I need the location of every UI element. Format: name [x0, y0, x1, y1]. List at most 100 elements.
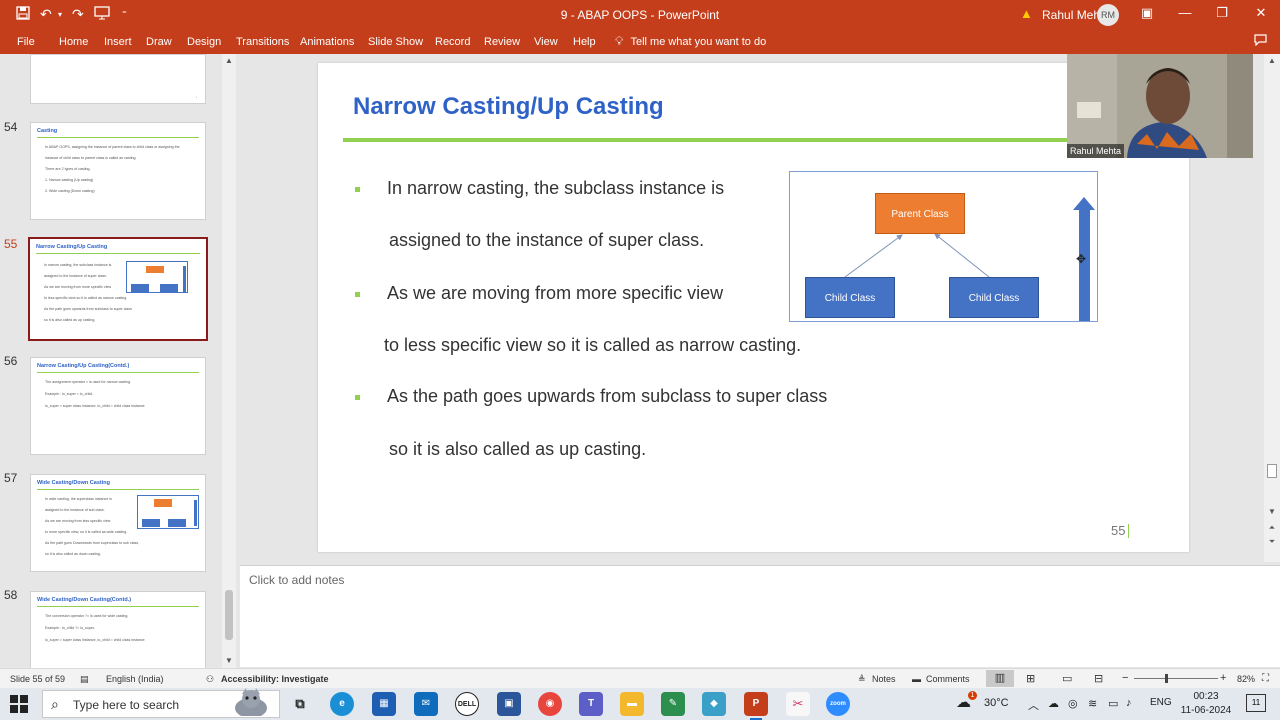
- slide-thumbnail-57[interactable]: Wide Casting/Down Casting In wide castin…: [30, 474, 206, 572]
- thumbnail-child-box: [168, 519, 186, 527]
- accessibility-icon[interactable]: ⚇: [206, 674, 214, 685]
- thumbnail-underline: [37, 606, 199, 607]
- notes-placeholder[interactable]: Click to add notes: [249, 573, 344, 587]
- tab-insert[interactable]: Insert: [104, 36, 132, 48]
- slide-number-58: 58: [4, 588, 18, 602]
- zoom-in-icon[interactable]: +: [1220, 672, 1226, 684]
- scroll-up-icon[interactable]: ▲: [1264, 54, 1280, 68]
- microsoft-store-icon[interactable]: ▦: [372, 692, 396, 716]
- slide-number-57: 57: [4, 471, 18, 485]
- bullet-1-line-1: In narrow casting, the subclass instance…: [387, 178, 725, 198]
- task-view-icon[interactable]: ⧉: [288, 692, 312, 716]
- parent-class-box[interactable]: Parent Class: [875, 193, 965, 234]
- language-indicator[interactable]: English (India): [106, 674, 164, 684]
- windows-start-icon[interactable]: [10, 695, 28, 713]
- system-clock[interactable]: 00:23 11-06-2024: [1176, 690, 1236, 718]
- tell-me-search[interactable]: 💡︎ Tell me what you want to do: [615, 34, 766, 49]
- tab-transitions[interactable]: Transitions: [236, 36, 289, 48]
- notes-pane[interactable]: Click to add notes: [240, 565, 1280, 667]
- thumbnail-title: Wide Casting/Down Casting(Contd.): [37, 597, 132, 603]
- zoom-level[interactable]: 82%: [1237, 674, 1255, 684]
- slide-thumbnail-55-selected[interactable]: Narrow Casting/Up Casting In narrow cast…: [28, 237, 208, 341]
- thumbnail-bullet: so it is also called as down casting.: [45, 552, 101, 556]
- input-language[interactable]: ENG: [1150, 697, 1172, 708]
- close-button[interactable]: ✕: [1246, 5, 1276, 21]
- comments-icon[interactable]: [1254, 34, 1267, 49]
- spelling-check-icon[interactable]: ▤: [80, 674, 89, 685]
- thumbnail-bullet: In narrow casting, the subclass instance…: [44, 263, 112, 267]
- zoom-meetings-icon[interactable]: zoom: [826, 692, 850, 716]
- tab-slide-show[interactable]: Slide Show: [368, 36, 423, 48]
- battery-icon[interactable]: ▭: [1108, 697, 1118, 710]
- tab-file[interactable]: File: [17, 36, 35, 48]
- thumbnail-child-box: [160, 284, 178, 292]
- scroll-up-icon[interactable]: ▲: [222, 54, 236, 68]
- slide-thumbnail-54[interactable]: Casting In ABAP OOPS, assigning the inst…: [30, 122, 206, 220]
- sap-logon-icon[interactable]: ◆: [702, 692, 726, 716]
- powerpoint-taskbar-icon[interactable]: P: [744, 692, 768, 720]
- minimize-button[interactable]: —: [1170, 5, 1200, 20]
- weather-temperature[interactable]: 30°C: [984, 697, 1009, 709]
- child-class-box-left[interactable]: Child Class: [805, 277, 895, 318]
- tab-record[interactable]: Record: [435, 36, 470, 48]
- search-highlight-mascot-icon[interactable]: [228, 688, 274, 716]
- file-explorer-icon[interactable]: ▬: [620, 692, 644, 716]
- edge-browser-icon[interactable]: e: [330, 692, 354, 716]
- accessibility-status[interactable]: Accessibility: Investigate: [221, 674, 329, 684]
- child-class-box-right[interactable]: Child Class: [949, 277, 1039, 318]
- fit-slide-icon[interactable]: ⛶: [1262, 673, 1269, 684]
- zoom-out-icon[interactable]: −: [1122, 672, 1128, 684]
- tab-design[interactable]: Design: [187, 36, 221, 48]
- mail-icon[interactable]: ✉: [414, 692, 438, 716]
- notes-button[interactable]: Notes: [872, 674, 896, 684]
- normal-view-icon[interactable]: ▥: [986, 670, 1014, 687]
- tab-draw[interactable]: Draw: [146, 36, 172, 48]
- notification-center-icon[interactable]: 11: [1246, 694, 1266, 712]
- thumbnails-scrollbar[interactable]: ▲ ▼: [222, 54, 236, 668]
- tab-view[interactable]: View: [534, 36, 558, 48]
- reading-view-icon[interactable]: ▭: [1062, 672, 1072, 685]
- slide-title[interactable]: Narrow Casting/Up Casting: [353, 93, 664, 121]
- slide-thumbnail-58[interactable]: Wide Casting/Down Casting(Contd.) The co…: [30, 591, 206, 668]
- teams-icon[interactable]: T: [579, 692, 603, 716]
- sticky-notes-icon[interactable]: ✎: [661, 692, 685, 716]
- scroll-down-icon[interactable]: ▼: [1264, 505, 1280, 519]
- tab-home[interactable]: Home: [59, 36, 88, 48]
- slide-scrollbar[interactable]: ▲ ▼ ⏶ ⏷: [1264, 54, 1280, 562]
- slide-thumbnail-56[interactable]: Narrow Casting/Up Casting(Contd.) The as…: [30, 357, 206, 455]
- slide-thumbnails-pane: ▪ 54 Casting In ABAP OOPS, assigning the…: [0, 54, 238, 668]
- tab-help[interactable]: Help: [573, 36, 596, 48]
- slide-sorter-icon[interactable]: ⊞: [1026, 672, 1035, 685]
- scrollbar-thumb[interactable]: [225, 590, 233, 640]
- tab-animations[interactable]: Animations: [300, 36, 354, 48]
- notes-icon[interactable]: ≜: [858, 674, 866, 685]
- maximize-button[interactable]: ❐: [1207, 5, 1237, 21]
- thumbnail-diagram: [126, 261, 188, 293]
- scroll-down-icon[interactable]: ▼: [222, 654, 236, 668]
- previous-slide-icon[interactable]: ⏶: [1264, 521, 1280, 535]
- zoom-slider[interactable]: [1134, 678, 1218, 679]
- dell-icon[interactable]: DELL: [455, 692, 479, 716]
- wifi-icon[interactable]: ≋: [1088, 697, 1097, 710]
- slide-thumbnail-53[interactable]: ▪: [30, 54, 206, 104]
- account-avatar[interactable]: RM: [1097, 4, 1119, 26]
- tab-review[interactable]: Review: [484, 36, 520, 48]
- class-hierarchy-diagram[interactable]: Parent Class Child Class Child Class ✥: [789, 171, 1098, 322]
- chrome-browser-icon[interactable]: ◉: [538, 692, 562, 716]
- bluetooth-icon[interactable]: ◎: [1068, 697, 1078, 710]
- scrollbar-thumb[interactable]: [1267, 464, 1277, 478]
- volume-icon[interactable]: ♪: [1126, 697, 1132, 709]
- comments-status-icon[interactable]: ▬: [912, 674, 921, 684]
- ribbon-display-options-icon[interactable]: ▣: [1132, 5, 1162, 21]
- onedrive-icon[interactable]: ☁: [1048, 697, 1059, 710]
- zoom-slider-thumb[interactable]: [1165, 674, 1168, 683]
- show-hidden-icons-icon[interactable]: ︿: [1028, 697, 1039, 713]
- current-slide[interactable]: Narrow Casting/Up Casting In narrow cast…: [318, 63, 1189, 552]
- snipping-tool-icon[interactable]: ✂: [786, 692, 810, 716]
- thumbnail-underline: [37, 137, 199, 138]
- slide-show-icon[interactable]: ⊟: [1094, 672, 1103, 685]
- phone-link-icon[interactable]: ▣: [497, 692, 521, 716]
- comments-button[interactable]: Comments: [926, 674, 970, 684]
- next-slide-icon[interactable]: ⏷: [1264, 535, 1280, 549]
- slide-counter[interactable]: Slide 55 of 59: [10, 674, 65, 684]
